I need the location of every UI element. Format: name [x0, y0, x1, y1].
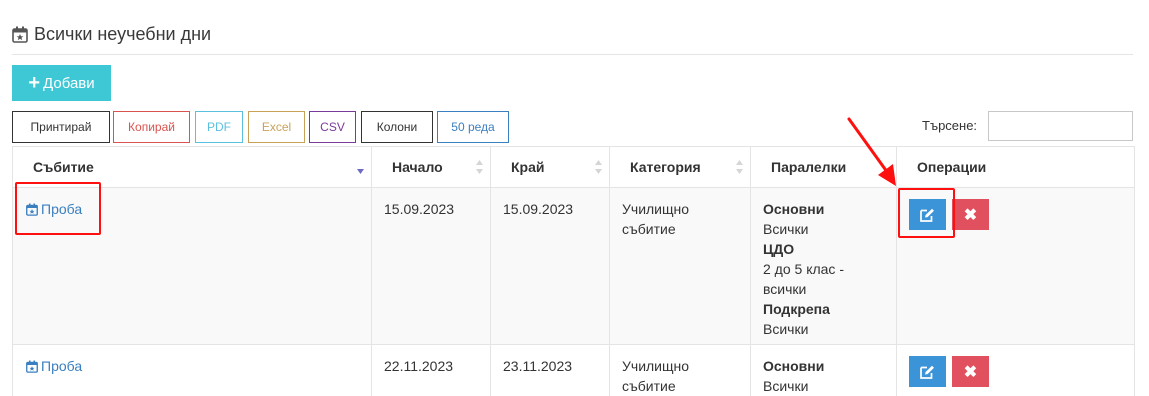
category-cell: Училищно събитие	[609, 187, 751, 345]
red-arrow-icon	[847, 117, 896, 186]
excel-button[interactable]: Excel	[248, 111, 305, 143]
page-header: Всички неучебни дни	[12, 22, 1133, 55]
sort-arrows-icon	[476, 160, 483, 174]
event-cell: Проба	[12, 344, 372, 396]
columns-button[interactable]: Колони	[361, 111, 433, 143]
table-row: Проба 15.09.2023 15.09.2023 Училищно съб…	[12, 187, 1135, 345]
end-date: 23.11.2023	[490, 344, 610, 396]
classes-cell: Основни Всички ЦДО 2 до 5 клас - всички …	[750, 187, 897, 345]
event-link[interactable]: Проба	[26, 356, 82, 376]
class-value: 2 до 5 клас -	[763, 261, 844, 277]
close-icon: ✖	[963, 363, 978, 381]
delete-button[interactable]: ✖	[952, 199, 989, 230]
page-length-button[interactable]: 50 реда	[437, 111, 509, 143]
search-input[interactable]	[988, 111, 1133, 141]
table-row: Проба 22.11.2023 23.11.2023 Училищно съб…	[12, 344, 1135, 396]
class-value: всички	[763, 281, 807, 297]
add-button-label: Добави	[43, 74, 95, 92]
start-date: 15.09.2023	[371, 187, 491, 345]
operations-cell: ✖	[896, 344, 1135, 396]
column-header-operations: Операции	[896, 146, 1135, 188]
class-value: Всички	[763, 221, 809, 237]
sort-arrows-icon	[595, 160, 602, 174]
class-group: ЦДО	[763, 241, 795, 257]
start-date: 22.11.2023	[371, 344, 491, 396]
operations-group: ✖	[909, 356, 1122, 387]
classes-cell: Основни Всички	[750, 344, 897, 396]
print-button[interactable]: Принтирай	[12, 111, 110, 143]
search-label: Търсене:	[922, 118, 978, 133]
sort-arrows-icon	[736, 160, 743, 174]
table-header-row: Събитие Начало Край Категория Паралелки …	[12, 146, 1135, 188]
events-table: Събитие Начало Край Категория Паралелки …	[12, 146, 1135, 396]
sort-desc-icon	[357, 169, 364, 174]
class-group: Подкрепа	[763, 301, 830, 317]
calendar-star-icon	[12, 26, 28, 43]
copy-button[interactable]: Копирай	[113, 111, 190, 143]
highlight-box-event	[15, 182, 101, 235]
class-group: Основни	[763, 358, 825, 374]
plus-icon: +	[28, 72, 41, 94]
class-value: Всички	[763, 321, 809, 337]
close-icon: ✖	[963, 206, 978, 224]
page-title: Всички неучебни дни	[34, 24, 212, 44]
column-header-end[interactable]: Край	[490, 146, 610, 188]
delete-button[interactable]: ✖	[952, 356, 989, 387]
calendar-star-icon	[26, 360, 38, 373]
event-name: Проба	[41, 358, 83, 374]
column-header-start[interactable]: Начало	[371, 146, 491, 188]
csv-button[interactable]: CSV	[309, 111, 356, 143]
pdf-button[interactable]: PDF	[195, 111, 243, 143]
category-cell: Училищно събитие	[609, 344, 751, 396]
add-button[interactable]: + Добави	[12, 65, 111, 101]
end-date: 15.09.2023	[490, 187, 610, 345]
edit-button[interactable]	[909, 356, 946, 387]
class-value: Всички	[763, 378, 809, 394]
column-header-category[interactable]: Категория	[609, 146, 751, 188]
edit-icon	[920, 365, 934, 379]
class-group: Основни	[763, 201, 825, 217]
highlight-box-edit	[898, 188, 955, 238]
